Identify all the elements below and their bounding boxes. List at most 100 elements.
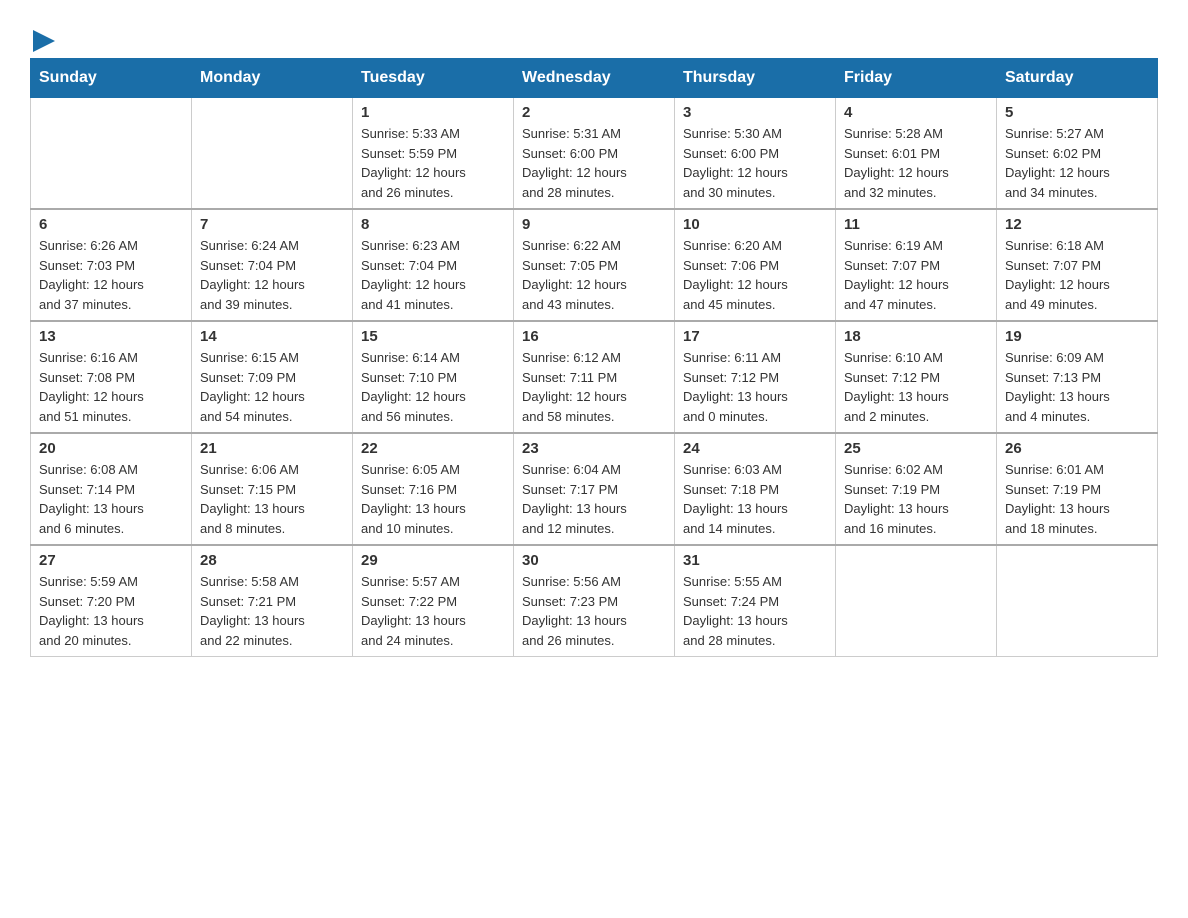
- day-number: 26: [1005, 440, 1149, 457]
- calendar-cell: 5 Sunrise: 5:27 AM Sunset: 6:02 PM Daylig…: [997, 98, 1158, 210]
- day-info: Sunrise: 6:03 AM Sunset: 7:18 PM Dayligh…: [683, 460, 827, 538]
- day-info: Sunrise: 5:59 AM Sunset: 7:20 PM Dayligh…: [39, 572, 183, 650]
- calendar-cell: 4 Sunrise: 5:28 AM Sunset: 6:01 PM Daylig…: [836, 98, 997, 210]
- day-info: Sunrise: 5:33 AM Sunset: 5:59 PM Dayligh…: [361, 124, 505, 202]
- day-number: 16: [522, 328, 666, 345]
- day-number: 21: [200, 440, 344, 457]
- day-number: 23: [522, 440, 666, 457]
- calendar-cell: 1 Sunrise: 5:33 AM Sunset: 5:59 PM Daylig…: [353, 98, 514, 210]
- day-number: 5: [1005, 104, 1149, 121]
- calendar-week-row-3: 13Sunrise: 6:16 AM Sunset: 7:08 PM Dayli…: [31, 321, 1158, 433]
- day-number: 8: [361, 216, 505, 233]
- calendar-cell: 18 Sunrise: 6:10 AM Sunset: 7:12 PM Dayli…: [836, 321, 997, 433]
- calendar-table: SundayMondayTuesdayWednesdayThursdayFrid…: [30, 58, 1158, 657]
- day-number: 10: [683, 216, 827, 233]
- calendar-cell: 8 Sunrise: 6:23 AM Sunset: 7:04 PM Daylig…: [353, 209, 514, 321]
- day-number: 25: [844, 440, 988, 457]
- day-info: Sunrise: 6:15 AM Sunset: 7:09 PM Dayligh…: [200, 348, 344, 426]
- calendar-cell: 13Sunrise: 6:16 AM Sunset: 7:08 PM Dayli…: [31, 321, 192, 433]
- calendar-cell: 28 Sunrise: 5:58 AM Sunset: 7:21 PM Dayli…: [192, 545, 353, 657]
- day-number: 28: [200, 552, 344, 569]
- weekday-header-row: SundayMondayTuesdayWednesdayThursdayFrid…: [31, 59, 1158, 98]
- calendar-cell: 25 Sunrise: 6:02 AM Sunset: 7:19 PM Dayli…: [836, 433, 997, 545]
- calendar-cell: 10 Sunrise: 6:20 AM Sunset: 7:06 PM Dayli…: [675, 209, 836, 321]
- day-info: Sunrise: 6:04 AM Sunset: 7:17 PM Dayligh…: [522, 460, 666, 538]
- calendar-cell: 12 Sunrise: 6:18 AM Sunset: 7:07 PM Dayli…: [997, 209, 1158, 321]
- day-info: Sunrise: 6:19 AM Sunset: 7:07 PM Dayligh…: [844, 236, 988, 314]
- calendar-cell: [192, 98, 353, 210]
- calendar-cell: 3Sunrise: 5:30 AM Sunset: 6:00 PM Daylig…: [675, 98, 836, 210]
- day-info: Sunrise: 6:05 AM Sunset: 7:16 PM Dayligh…: [361, 460, 505, 538]
- day-info: Sunrise: 5:30 AM Sunset: 6:00 PM Dayligh…: [683, 124, 827, 202]
- day-info: Sunrise: 5:55 AM Sunset: 7:24 PM Dayligh…: [683, 572, 827, 650]
- calendar-cell: 23 Sunrise: 6:04 AM Sunset: 7:17 PM Dayli…: [514, 433, 675, 545]
- calendar-week-row-1: 1 Sunrise: 5:33 AM Sunset: 5:59 PM Daylig…: [31, 98, 1158, 210]
- day-number: 12: [1005, 216, 1149, 233]
- day-number: 24: [683, 440, 827, 457]
- day-info: Sunrise: 5:27 AM Sunset: 6:02 PM Dayligh…: [1005, 124, 1149, 202]
- day-number: 20: [39, 440, 183, 457]
- calendar-cell: 19 Sunrise: 6:09 AM Sunset: 7:13 PM Dayli…: [997, 321, 1158, 433]
- calendar-cell: 30Sunrise: 5:56 AM Sunset: 7:23 PM Dayli…: [514, 545, 675, 657]
- day-number: 18: [844, 328, 988, 345]
- day-info: Sunrise: 6:10 AM Sunset: 7:12 PM Dayligh…: [844, 348, 988, 426]
- calendar-cell: 14 Sunrise: 6:15 AM Sunset: 7:09 PM Dayli…: [192, 321, 353, 433]
- day-info: Sunrise: 5:28 AM Sunset: 6:01 PM Dayligh…: [844, 124, 988, 202]
- weekday-header-friday: Friday: [836, 59, 997, 98]
- day-number: 4: [844, 104, 988, 121]
- day-info: Sunrise: 6:08 AM Sunset: 7:14 PM Dayligh…: [39, 460, 183, 538]
- day-number: 11: [844, 216, 988, 233]
- day-info: Sunrise: 6:11 AM Sunset: 7:12 PM Dayligh…: [683, 348, 827, 426]
- day-number: 17: [683, 328, 827, 345]
- calendar-cell: [836, 545, 997, 657]
- day-info: Sunrise: 6:09 AM Sunset: 7:13 PM Dayligh…: [1005, 348, 1149, 426]
- weekday-header-monday: Monday: [192, 59, 353, 98]
- calendar-cell: 26 Sunrise: 6:01 AM Sunset: 7:19 PM Dayli…: [997, 433, 1158, 545]
- weekday-header-thursday: Thursday: [675, 59, 836, 98]
- day-info: Sunrise: 6:22 AM Sunset: 7:05 PM Dayligh…: [522, 236, 666, 314]
- calendar-cell: 11 Sunrise: 6:19 AM Sunset: 7:07 PM Dayli…: [836, 209, 997, 321]
- calendar-cell: 7 Sunrise: 6:24 AM Sunset: 7:04 PM Daylig…: [192, 209, 353, 321]
- day-info: Sunrise: 6:06 AM Sunset: 7:15 PM Dayligh…: [200, 460, 344, 538]
- day-number: 22: [361, 440, 505, 457]
- day-info: Sunrise: 6:18 AM Sunset: 7:07 PM Dayligh…: [1005, 236, 1149, 314]
- calendar-cell: 15 Sunrise: 6:14 AM Sunset: 7:10 PM Dayli…: [353, 321, 514, 433]
- calendar-cell: [997, 545, 1158, 657]
- weekday-header-tuesday: Tuesday: [353, 59, 514, 98]
- day-info: Sunrise: 6:20 AM Sunset: 7:06 PM Dayligh…: [683, 236, 827, 314]
- day-info: Sunrise: 5:56 AM Sunset: 7:23 PM Dayligh…: [522, 572, 666, 650]
- day-number: 1: [361, 104, 505, 121]
- logo: [30, 20, 55, 48]
- day-info: Sunrise: 6:01 AM Sunset: 7:19 PM Dayligh…: [1005, 460, 1149, 538]
- weekday-header-saturday: Saturday: [997, 59, 1158, 98]
- day-number: 14: [200, 328, 344, 345]
- day-number: 15: [361, 328, 505, 345]
- calendar-cell: 17 Sunrise: 6:11 AM Sunset: 7:12 PM Dayli…: [675, 321, 836, 433]
- day-info: Sunrise: 6:23 AM Sunset: 7:04 PM Dayligh…: [361, 236, 505, 314]
- day-number: 27: [39, 552, 183, 569]
- page-header: [30, 20, 1158, 48]
- calendar-cell: [31, 98, 192, 210]
- day-info: Sunrise: 5:58 AM Sunset: 7:21 PM Dayligh…: [200, 572, 344, 650]
- day-info: Sunrise: 5:31 AM Sunset: 6:00 PM Dayligh…: [522, 124, 666, 202]
- calendar-cell: 6Sunrise: 6:26 AM Sunset: 7:03 PM Daylig…: [31, 209, 192, 321]
- calendar-cell: 20 Sunrise: 6:08 AM Sunset: 7:14 PM Dayli…: [31, 433, 192, 545]
- logo-arrow-icon: [33, 30, 55, 52]
- weekday-header-sunday: Sunday: [31, 59, 192, 98]
- day-number: 19: [1005, 328, 1149, 345]
- day-info: Sunrise: 6:24 AM Sunset: 7:04 PM Dayligh…: [200, 236, 344, 314]
- day-number: 7: [200, 216, 344, 233]
- day-number: 13: [39, 328, 183, 345]
- calendar-cell: 22 Sunrise: 6:05 AM Sunset: 7:16 PM Dayli…: [353, 433, 514, 545]
- calendar-week-row-4: 20 Sunrise: 6:08 AM Sunset: 7:14 PM Dayli…: [31, 433, 1158, 545]
- weekday-header-wednesday: Wednesday: [514, 59, 675, 98]
- calendar-cell: 24 Sunrise: 6:03 AM Sunset: 7:18 PM Dayli…: [675, 433, 836, 545]
- calendar-cell: 2Sunrise: 5:31 AM Sunset: 6:00 PM Daylig…: [514, 98, 675, 210]
- day-info: Sunrise: 6:02 AM Sunset: 7:19 PM Dayligh…: [844, 460, 988, 538]
- calendar-cell: 31 Sunrise: 5:55 AM Sunset: 7:24 PM Dayli…: [675, 545, 836, 657]
- day-number: 29: [361, 552, 505, 569]
- day-info: Sunrise: 6:14 AM Sunset: 7:10 PM Dayligh…: [361, 348, 505, 426]
- day-info: Sunrise: 6:26 AM Sunset: 7:03 PM Dayligh…: [39, 236, 183, 314]
- day-number: 31: [683, 552, 827, 569]
- calendar-cell: 16Sunrise: 6:12 AM Sunset: 7:11 PM Dayli…: [514, 321, 675, 433]
